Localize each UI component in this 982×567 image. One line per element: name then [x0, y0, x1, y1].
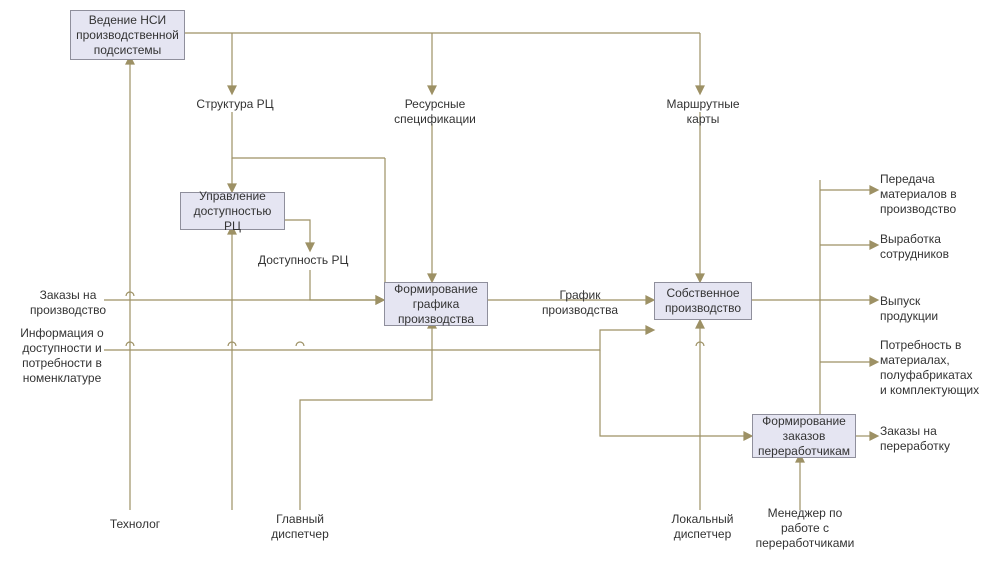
- label-info-avail: Информация о доступности и потребности в…: [12, 326, 112, 386]
- label-technologist: Технолог: [105, 517, 165, 532]
- label-sched-graph: График производства: [535, 288, 625, 318]
- box-hsi: Ведение НСИ производственной подсистемы: [70, 10, 185, 60]
- label-res-spec: Ресурсные спецификации: [390, 97, 480, 127]
- box-hsi-label: Ведение НСИ производственной подсистемы: [76, 13, 179, 58]
- label-product-out: Выпуск продукции: [880, 294, 980, 324]
- box-production: Собственное производство: [654, 282, 752, 320]
- box-schedule: Формирование графика производства: [384, 282, 488, 326]
- box-proc-orders: Формирование заказов переработчикам: [752, 414, 856, 458]
- label-orders-prod: Заказы на производство: [28, 288, 108, 318]
- box-orders-label: Формирование заказов переработчикам: [758, 414, 850, 459]
- box-sched-label: Формирование графика производства: [391, 282, 481, 327]
- label-transfer-mat: Передача материалов в производство: [880, 172, 975, 217]
- label-avail-rc: Доступность РЦ: [258, 253, 368, 268]
- label-chief-disp: Главный диспетчер: [260, 512, 340, 542]
- label-proc-manager: Менеджер по работе с переработчиками: [755, 506, 855, 551]
- label-local-disp: Локальный диспетчер: [665, 512, 740, 542]
- box-prod-label: Собственное производство: [661, 286, 745, 316]
- label-need-mat: Потребность в материалах, полуфабрикатах…: [880, 338, 980, 398]
- label-route-cards: Маршрутные карты: [663, 97, 743, 127]
- box-availability: Управление доступностью РЦ: [180, 192, 285, 230]
- label-orders-proc: Заказы на переработку: [880, 424, 975, 454]
- label-staff-output: Выработка сотрудников: [880, 232, 975, 262]
- diagram-connectors: [0, 0, 982, 567]
- box-avail-label: Управление доступностью РЦ: [187, 189, 278, 234]
- label-struct-rc: Структура РЦ: [195, 97, 275, 112]
